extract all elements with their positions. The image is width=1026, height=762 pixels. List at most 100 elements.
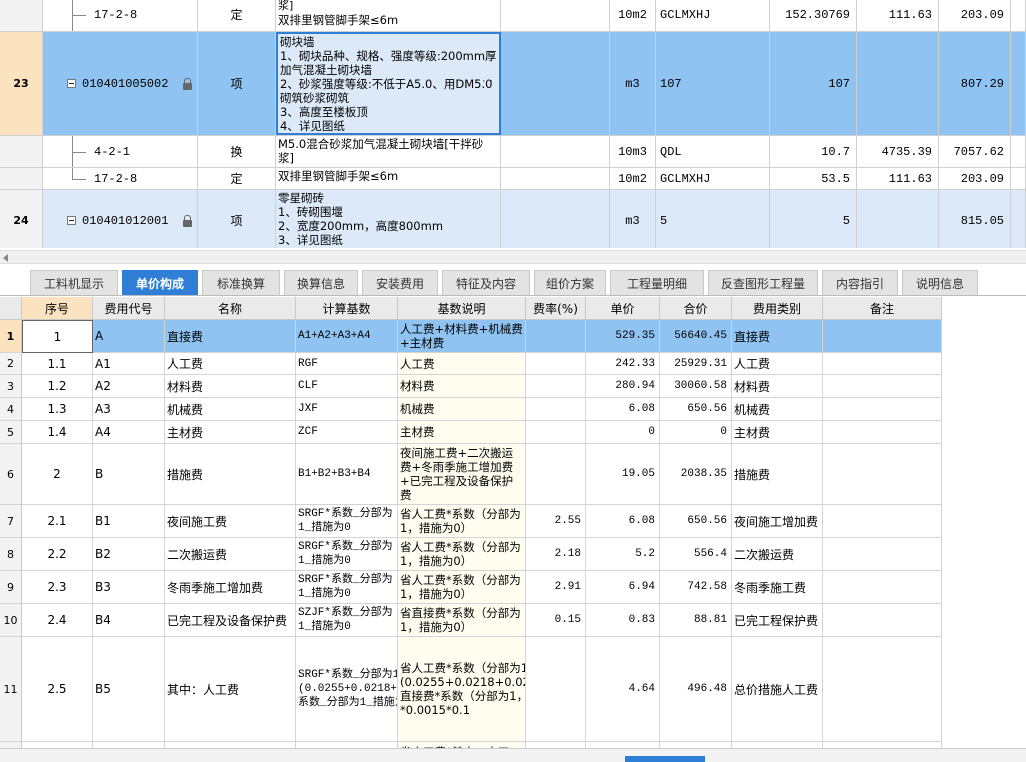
cell-base-desc[interactable]: 省人工费*系数（分部为1，措施为0） <box>398 538 526 571</box>
bill-code-cell[interactable]: 4-2-1 <box>43 136 198 167</box>
cell-total[interactable]: 496.48 <box>660 637 732 742</box>
bill-desc-cell[interactable]: 零星砌砖 1、砖砌围堰 2、宽度200mm，高度800mm 3、详见图纸 <box>276 190 501 248</box>
column-header-category[interactable]: 费用类别 <box>732 297 823 320</box>
column-header-total[interactable]: 合价 <box>660 297 732 320</box>
composition-row[interactable]: 2.4 B4 已完工程及设备保护费 SZJF*系数_分部为1_措施为0 省直接费*系数（… <box>22 604 942 637</box>
bill-blank-cell[interactable] <box>501 168 610 189</box>
cell-code[interactable]: B3 <box>93 571 165 604</box>
cell-base[interactable]: SRGF*系数_分部为1_措施为0 <box>296 571 398 604</box>
cell-rate[interactable]: 2.91 <box>526 571 586 604</box>
cell-base[interactable]: RGF <box>296 353 398 375</box>
bill-type-cell[interactable]: 定 <box>198 0 276 31</box>
column-header-code[interactable]: 费用代号 <box>93 297 165 320</box>
cell-note[interactable] <box>823 637 942 742</box>
cell-unit-price[interactable]: 0.83 <box>586 604 660 637</box>
cell-base[interactable]: SRGF*系数_分部为1_措施为0 <box>296 505 398 538</box>
cell-base-desc[interactable]: 省直接费*系数（分部为1，措施为0） <box>398 604 526 637</box>
tab-8[interactable]: 工程量明细 <box>610 270 704 295</box>
cell-name[interactable]: 已完工程及设备保护费 <box>165 604 296 637</box>
bill-total-cell[interactable]: 203.09 <box>939 168 1011 189</box>
bill-row[interactable]: 17-2-8 定 浆] 双排里钢管脚手架≤6m 10m2 GCLMXHJ 152.30769… <box>0 0 1026 32</box>
cell-unit-price[interactable]: 6.08 <box>586 505 660 538</box>
bill-blank-cell[interactable] <box>501 190 610 248</box>
bill-desc-cell[interactable]: M5.0混合砂浆加气混凝土砌块墙[干拌砂浆] <box>276 136 501 167</box>
composition-row[interactable]: 2.3 B3 冬雨季施工增加费 SRGF*系数_分部为1_措施为0 省人工费*系数（分部… <box>22 571 942 604</box>
bill-expr-cell[interactable]: QDL <box>656 136 770 167</box>
horizontal-scrollbar[interactable] <box>0 250 1026 264</box>
collapse-icon[interactable] <box>67 79 76 88</box>
cell-category[interactable]: 二次搬运费 <box>732 538 823 571</box>
cell-total[interactable]: 56640.45 <box>660 320 732 353</box>
cell-rate[interactable] <box>526 637 586 742</box>
cell-category[interactable]: 措施费 <box>732 444 823 505</box>
bill-extra-cell[interactable] <box>1011 190 1026 248</box>
composition-row[interactable]: 1.2 A2 材料费 CLF 材料费 280.94 30060.58 材料费 <box>22 375 942 398</box>
more-options-icon[interactable]: ··· <box>482 74 493 88</box>
bill-price-cell[interactable] <box>857 190 939 248</box>
composition-row[interactable]: 2.5 B5 其中：人工费 SRGF*系数_分部为1_措施为0*(0.0255+0.0… <box>22 637 942 742</box>
tab-7[interactable]: 组价方案 <box>534 270 606 295</box>
bill-row[interactable]: 24 010401012001 项 零星砌砖 1、砖砌围堰 2、宽度200mm，高度8… <box>0 190 1026 248</box>
bill-row[interactable]: 4-2-1 换 M5.0混合砂浆加气混凝土砌块墙[干拌砂浆] 10m3 QDL 10.7 4… <box>0 136 1026 168</box>
cell-total[interactable]: 650.56 <box>660 505 732 538</box>
tab-1[interactable]: 工料机显示 <box>30 270 118 295</box>
column-header-note[interactable]: 备注 <box>823 297 942 320</box>
cell-rate[interactable] <box>526 375 586 398</box>
cell-note[interactable] <box>823 538 942 571</box>
bill-unit-cell[interactable]: 10m2 <box>610 168 656 189</box>
cell-code[interactable]: B5 <box>93 637 165 742</box>
bill-total-cell[interactable]: 807.29 <box>939 32 1011 135</box>
cell-code[interactable]: B1 <box>93 505 165 538</box>
cell-base-desc[interactable]: 省人工费*系数（分部为1，措施为0）*(0.0255+0.0218+0.0291… <box>398 637 526 742</box>
cell-unit-price[interactable]: 19.05 <box>586 444 660 505</box>
cell-total[interactable]: 0 <box>660 421 732 444</box>
cell-base-desc[interactable]: 夜间施工费+二次搬运费+冬雨季施工增加费+已完工程及设备保护费 <box>398 444 526 505</box>
bill-price-cell[interactable]: 4735.39 <box>857 136 939 167</box>
bill-unit-cell[interactable]: 10m2 <box>610 0 656 31</box>
bill-price-cell[interactable]: 111.63 <box>857 0 939 31</box>
composition-row[interactable]: 1.1 A1 人工费 RGF 人工费 242.33 25929.31 人工费 <box>22 353 942 375</box>
cell-base[interactable]: B1+B2+B3+B4 <box>296 444 398 505</box>
cell-rate[interactable] <box>526 353 586 375</box>
collapse-icon[interactable] <box>67 216 76 225</box>
bill-type-cell[interactable]: 换 <box>198 136 276 167</box>
cell-base[interactable]: A1+A2+A3+A4 <box>296 320 398 353</box>
bill-type-cell[interactable]: 定 <box>198 168 276 189</box>
cell-note[interactable] <box>823 421 942 444</box>
cell-note[interactable] <box>823 444 942 505</box>
cell-category[interactable]: 冬雨季施工费 <box>732 571 823 604</box>
bill-blank-cell[interactable] <box>501 32 610 135</box>
cell-note[interactable] <box>823 353 942 375</box>
cell-total[interactable]: 25929.31 <box>660 353 732 375</box>
cell-code[interactable]: B <box>93 444 165 505</box>
cell-note[interactable] <box>823 505 942 538</box>
cell-code[interactable]: A <box>93 320 165 353</box>
tab-2[interactable]: 单价构成 <box>122 270 198 295</box>
composition-row[interactable]: 2.1 B1 夜间施工费 SRGF*系数_分部为1_措施为0 省人工费*系数（分部为1，… <box>22 505 942 538</box>
column-header-name[interactable]: 名称 <box>165 297 296 320</box>
bill-unit-cell[interactable]: m3 <box>610 190 656 248</box>
tab-9[interactable]: 反查图形工程量 <box>708 270 818 295</box>
composition-row[interactable]: 2.2 B2 二次搬运费 SRGF*系数_分部为1_措施为0 省人工费*系数（分部为1，… <box>22 538 942 571</box>
cell-rate[interactable] <box>526 320 586 353</box>
bill-total-cell[interactable]: 7057.62 <box>939 136 1011 167</box>
tab-10[interactable]: 内容指引 <box>822 270 898 295</box>
cell-base-desc[interactable]: 主材费 <box>398 421 526 444</box>
composition-row[interactable]: 2 B 措施费 B1+B2+B3+B4 夜间施工费+二次搬运费+冬雨季施工增加费+已完工… <box>22 444 942 505</box>
cell-base-desc[interactable]: 机械费 <box>398 398 526 421</box>
cell-name[interactable]: 人工费 <box>165 353 296 375</box>
bill-expr-cell[interactable]: 107 <box>656 32 770 135</box>
cell-total[interactable]: 650.56 <box>660 398 732 421</box>
cell-name[interactable]: 材料费 <box>165 375 296 398</box>
cell-total[interactable]: 742.58 <box>660 571 732 604</box>
cell-base[interactable]: CLF <box>296 375 398 398</box>
bill-qty-cell[interactable]: 53.5 <box>770 168 857 189</box>
bill-row[interactable]: 23 010401005002 项 砌块墙 1、砌块品种、规格、强度等级:200mm厚… <box>0 32 1026 136</box>
cell-total[interactable]: 88.81 <box>660 604 732 637</box>
tab-4[interactable]: 换算信息 <box>284 270 358 295</box>
composition-row[interactable]: 1.4 A4 主材费 ZCF 主材费 0 0 主材费 <box>22 421 942 444</box>
bill-unit-cell[interactable]: 10m3 <box>610 136 656 167</box>
bill-extra-cell[interactable] <box>1011 136 1026 167</box>
cell-base[interactable]: SZJF*系数_分部为1_措施为0 <box>296 604 398 637</box>
bill-extra-cell[interactable] <box>1011 168 1026 189</box>
